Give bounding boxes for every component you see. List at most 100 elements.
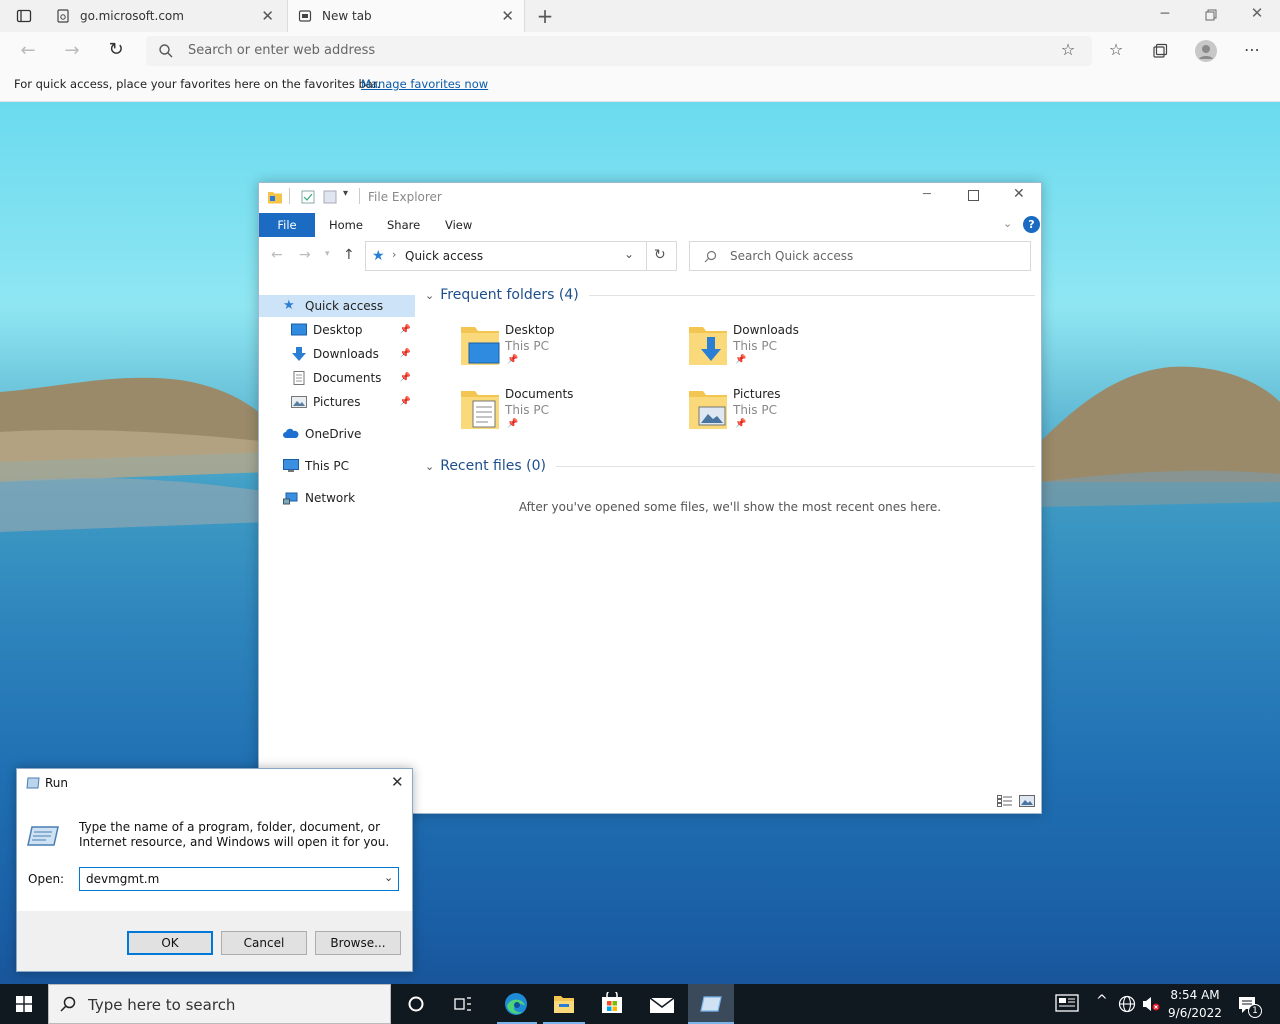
pin-icon[interactable]: 📌 [400,397,411,407]
up-icon[interactable]: ↑ [343,247,355,263]
file-explorer-taskbar-button[interactable] [543,984,585,1024]
address-dropdown-icon[interactable]: ⌄ [624,247,634,261]
nav-network[interactable]: Network [259,487,415,509]
explorer-search-box[interactable]: Search Quick access [689,241,1031,271]
refresh-icon[interactable]: ↻ [106,41,126,59]
nav-downloads[interactable]: Downloads 📌 [259,343,415,365]
tab-view[interactable]: View [431,213,486,237]
cortana-icon[interactable] [408,996,424,1012]
browser-tab-active[interactable]: New tab ✕ [287,0,525,32]
nav-label: Desktop [313,323,363,337]
pin-icon[interactable]: 📌 [400,349,411,359]
frequent-folders-section[interactable]: ⌄ Frequent folders (4) [425,287,1035,303]
nav-forward-icon[interactable]: → [299,247,311,263]
close-tab-icon[interactable]: ✕ [261,7,274,25]
refresh-icon[interactable]: ↻ [654,247,666,263]
large-icons-view-icon[interactable] [1019,795,1035,807]
more-options-icon[interactable]: ⋯ [1242,42,1262,58]
breadcrumb-location[interactable]: Quick access [405,249,483,263]
search-icon [158,43,174,59]
mail-icon[interactable] [649,996,675,1014]
customize-toolbar-icon[interactable]: ▾ [343,188,348,199]
nav-onedrive[interactable]: OneDrive [259,423,415,445]
windows-start-icon[interactable] [16,996,32,1012]
microsoft-store-icon[interactable] [600,992,624,1014]
action-center-button[interactable]: 1 [1238,994,1262,1018]
close-window-icon[interactable]: ✕ [1250,6,1264,21]
news-widget-icon[interactable] [1055,994,1079,1012]
expand-ribbon-icon[interactable]: ⌄ [1003,217,1012,230]
explorer-maximize-icon[interactable] [968,190,979,201]
nav-label: Quick access [305,299,384,313]
recent-locations-icon[interactable]: ▾ [325,249,330,259]
manage-favorites-link[interactable]: Manage favorites now [361,77,488,91]
search-icon [60,996,76,1012]
nav-back-icon[interactable]: ← [271,247,283,263]
tab-home[interactable]: Home [315,213,377,237]
tab-share[interactable]: Share [373,213,434,237]
folder-name: Desktop [505,323,555,337]
nav-documents[interactable]: Documents 📌 [259,367,415,389]
open-combobox[interactable]: devmgmt.m ⌄ [79,867,399,891]
forward-icon[interactable]: → [62,42,82,60]
navigation-pane: ★ Quick access Desktop 📌 Downloads 📌 Doc… [259,293,415,523]
explorer-minimize-icon[interactable]: ─ [923,187,931,202]
folder-tile-downloads[interactable]: Downloads This PC 📌 [687,323,887,379]
nav-quick-access[interactable]: ★ Quick access [259,295,415,317]
nav-label: Documents [313,371,382,385]
network-icon [283,491,299,505]
new-tab-page-icon [298,9,312,23]
collections-icon[interactable] [1152,43,1168,59]
collapse-chevron-icon[interactable]: ⌄ [425,460,434,473]
browse-button[interactable]: Browse... [315,931,401,955]
edge-taskbar-button[interactable] [497,984,537,1024]
open-input[interactable]: devmgmt.m [86,872,159,886]
new-folder-icon[interactable] [323,190,337,204]
nav-desktop[interactable]: Desktop 📌 [259,319,415,341]
collapse-chevron-icon[interactable]: ⌄ [425,289,434,302]
clock-time[interactable]: 8:54 AM [1164,988,1226,1002]
run-taskbar-button[interactable] [688,984,734,1024]
properties-icon[interactable] [301,190,315,204]
restore-icon[interactable] [1205,9,1217,21]
computer-icon [283,459,299,473]
help-icon[interactable]: ? [1023,216,1040,233]
profile-avatar[interactable] [1195,40,1217,62]
explorer-address-bar[interactable]: ★ › Quick access ⌄ ↻ [365,241,677,271]
favorites-icon[interactable]: ☆ [1106,42,1126,58]
network-globe-icon[interactable] [1118,995,1136,1013]
folder-location: This PC [505,403,549,417]
tab-actions-icon[interactable] [16,8,32,24]
pin-icon: 📌 [507,355,519,365]
clock-date[interactable]: 9/6/2022 [1164,1006,1226,1020]
nav-this-pc[interactable]: This PC [259,455,415,477]
minimize-icon[interactable]: ─ [1158,7,1172,21]
browser-tab[interactable]: go.microsoft.com ✕ [46,0,284,32]
volume-muted-icon[interactable] [1142,996,1160,1012]
cancel-button[interactable]: Cancel [221,931,307,955]
desktop-folder-icon [459,323,501,367]
dropdown-chevron-icon[interactable]: ⌄ [384,871,393,884]
folder-tile-desktop[interactable]: Desktop This PC 📌 [459,323,659,379]
dialog-close-icon[interactable]: ✕ [391,773,404,791]
pin-icon[interactable]: 📌 [400,325,411,335]
run-title-icon [26,777,40,789]
details-view-icon[interactable] [997,795,1013,807]
ok-button[interactable]: OK [127,931,213,955]
tab-file[interactable]: File [259,213,315,237]
task-view-icon[interactable] [454,996,472,1012]
pin-icon[interactable]: 📌 [400,373,411,383]
recent-files-section[interactable]: ⌄ Recent files (0) [425,458,1035,474]
add-favorite-icon[interactable]: ☆ [1058,42,1078,58]
folder-tile-pictures[interactable]: Pictures This PC 📌 [687,387,887,443]
close-tab-icon[interactable]: ✕ [501,7,514,25]
chevron-up-icon[interactable]: ^ [1096,993,1108,1009]
folder-name: Downloads [733,323,799,337]
back-icon[interactable]: ← [18,42,38,60]
window-title: File Explorer [368,190,442,204]
folder-name: Documents [505,387,574,401]
explorer-close-icon[interactable]: ✕ [1013,186,1025,202]
nav-pictures[interactable]: Pictures 📌 [259,391,415,413]
folder-tile-documents[interactable]: Documents This PC 📌 [459,387,659,443]
plus-icon[interactable]: + [535,6,555,26]
